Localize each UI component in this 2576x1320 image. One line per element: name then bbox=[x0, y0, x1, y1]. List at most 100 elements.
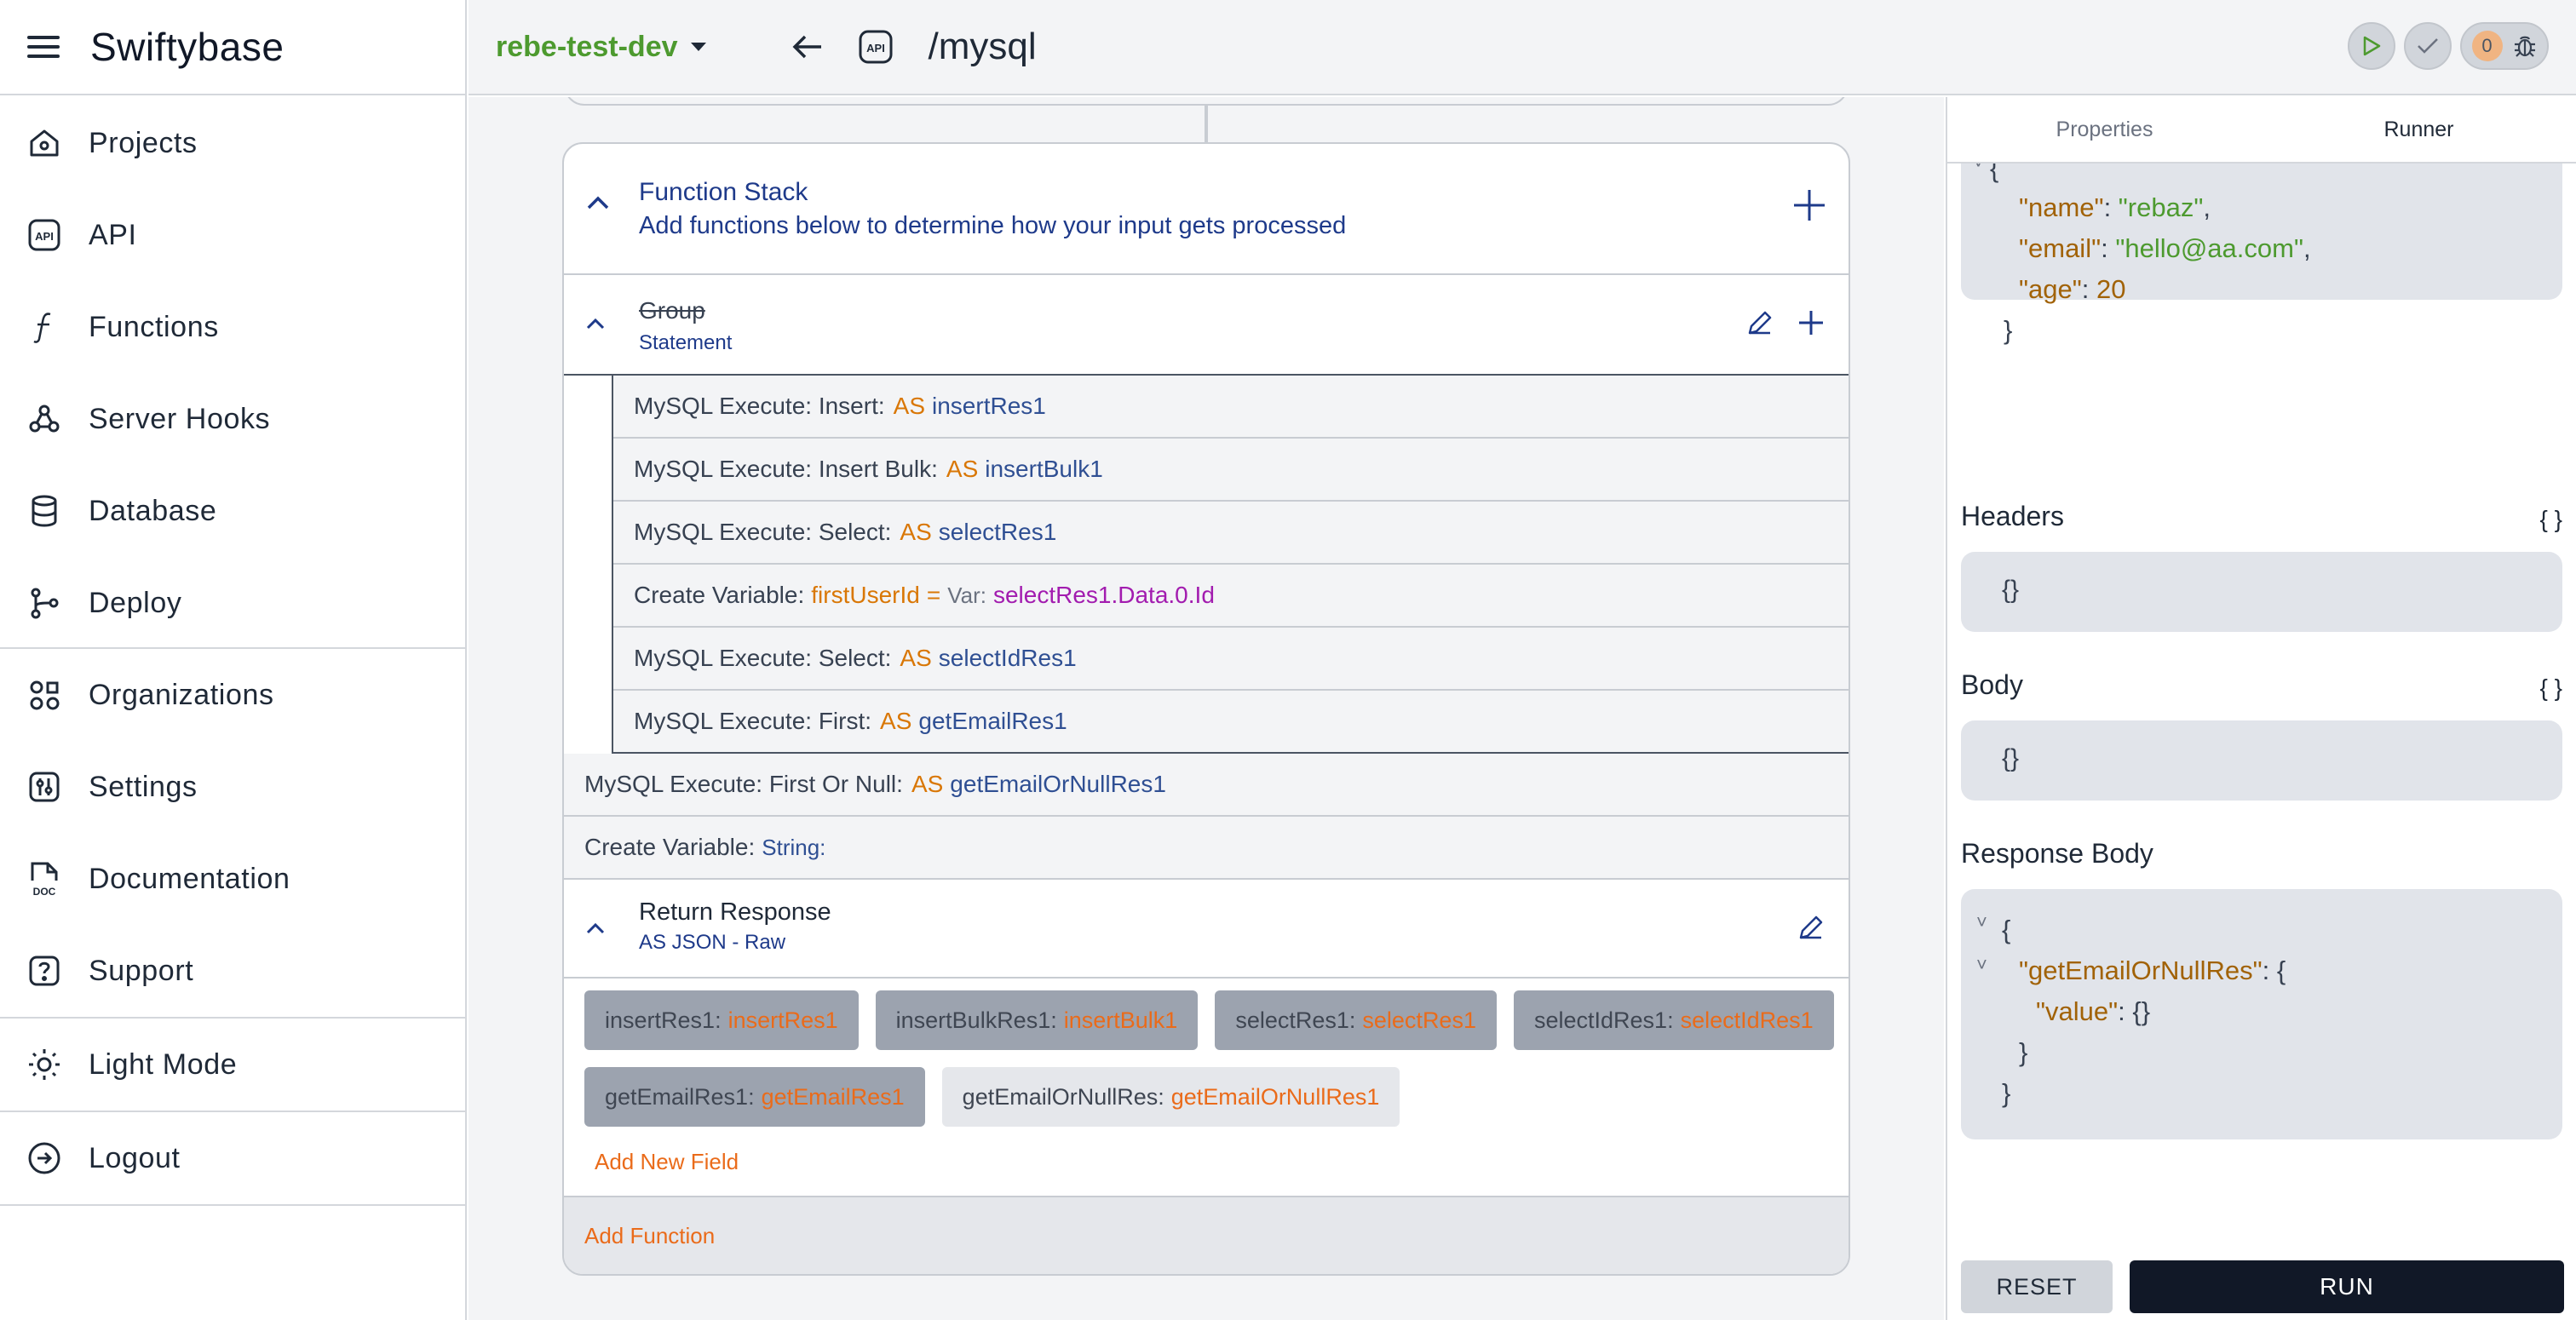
return-response-title: Return Response bbox=[639, 898, 831, 926]
braces-icon[interactable]: { } bbox=[2540, 674, 2562, 702]
back-arrow-icon[interactable] bbox=[789, 28, 826, 66]
add-function-plus-icon[interactable] bbox=[1792, 188, 1826, 222]
sidebar-item-label: API bbox=[89, 218, 137, 251]
pencil-icon[interactable] bbox=[1797, 914, 1825, 941]
add-function-link[interactable]: Add Function bbox=[564, 1196, 1849, 1274]
right-panel: Properties Runner ˅ { "name": "rebaz", "… bbox=[1946, 97, 2576, 1320]
response-field-chip[interactable]: selectIdRes1: selectIdRes1 bbox=[1513, 990, 1834, 1050]
top-actions: 0 bbox=[2348, 22, 2549, 70]
function-stack-card: Function Stack Add functions below to de… bbox=[562, 142, 1850, 1276]
caret-down-icon bbox=[690, 42, 707, 52]
sidebar-item-label: Logout bbox=[89, 1141, 181, 1174]
runner-content: ˅ { "name": "rebaz", "email": "hello@aa.… bbox=[1961, 164, 2562, 1254]
doc-icon: DOC bbox=[26, 860, 63, 898]
sidebar-item-server-hooks[interactable]: Server Hooks bbox=[0, 373, 465, 465]
api-icon: API bbox=[857, 28, 894, 66]
debug-button[interactable]: 0 bbox=[2460, 22, 2549, 70]
response-field-chip[interactable]: insertRes1: insertRes1 bbox=[584, 990, 859, 1050]
project-selector[interactable]: rebe-test-dev bbox=[496, 31, 707, 64]
sidebar-item-label: Projects bbox=[89, 126, 198, 159]
headers-title: Headers bbox=[1961, 501, 2064, 531]
sidebar-item-label: Settings bbox=[89, 770, 198, 803]
project-name: rebe-test-dev bbox=[496, 30, 678, 63]
function-row[interactable]: MySQL Execute: Insert: AS insertRes1 bbox=[613, 376, 1849, 439]
function-row[interactable]: MySQL Execute: Insert Bulk: AS insertBul… bbox=[613, 439, 1849, 502]
function-canvas: Function Stack Add functions below to de… bbox=[469, 97, 1944, 1320]
panel-tabs: Properties Runner bbox=[1947, 97, 2576, 164]
function-row[interactable]: MySQL Execute: Select: AS selectIdRes1 bbox=[613, 628, 1849, 691]
function-row[interactable]: MySQL Execute: First: AS getEmailRes1 bbox=[613, 691, 1849, 754]
api-icon: API bbox=[26, 216, 63, 254]
nav-group-main: Projects API API Functions Server Hooks … bbox=[0, 95, 465, 649]
function-row[interactable]: Create Variable: String: bbox=[564, 817, 1849, 880]
braces-icon[interactable]: { } bbox=[2540, 506, 2562, 533]
sidebar-item-label: Deploy bbox=[89, 586, 182, 619]
sidebar-item-label: Documentation bbox=[89, 862, 290, 895]
group-subtitle: Statement bbox=[639, 331, 733, 354]
logout-icon bbox=[26, 1139, 63, 1177]
sidebar-item-label: Functions bbox=[89, 310, 219, 343]
response-field-chip[interactable]: getEmailOrNullRes: getEmailOrNullRes1 bbox=[941, 1067, 1400, 1127]
debug-count-badge: 0 bbox=[2471, 31, 2503, 61]
database-icon bbox=[26, 492, 63, 530]
settings-icon bbox=[26, 768, 63, 806]
nav-group-org: Organizations Settings DOC Documentation… bbox=[0, 649, 465, 1019]
chevron-up-icon[interactable] bbox=[586, 195, 610, 210]
svg-text:API: API bbox=[866, 42, 885, 55]
function-row[interactable]: MySQL Execute: First Or Null: AS getEmai… bbox=[564, 754, 1849, 817]
response-body-title: Response Body bbox=[1961, 838, 2153, 869]
nav-group-theme: Light Mode bbox=[0, 1019, 465, 1112]
sidebar-item-documentation[interactable]: DOC Documentation bbox=[0, 833, 465, 925]
previous-card bbox=[564, 97, 1849, 106]
sidebar-item-settings[interactable]: Settings bbox=[0, 741, 465, 833]
git-branch-icon bbox=[26, 584, 63, 622]
function-row[interactable]: MySQL Execute: Select: AS selectRes1 bbox=[613, 502, 1849, 565]
headers-editor[interactable]: {} bbox=[1961, 552, 2562, 632]
sidebar-item-organizations[interactable]: Organizations bbox=[0, 649, 465, 741]
group-title: Group bbox=[639, 297, 705, 324]
publish-check-button[interactable] bbox=[2404, 22, 2452, 70]
sun-icon bbox=[26, 1046, 63, 1083]
pencil-icon[interactable] bbox=[1746, 309, 1774, 336]
nav-group-session: Logout bbox=[0, 1112, 465, 1206]
tab-runner[interactable]: Runner bbox=[2262, 97, 2576, 162]
collapse-toggle-icon[interactable]: ˅ bbox=[1976, 954, 1987, 976]
chevron-up-icon[interactable] bbox=[586, 922, 605, 934]
response-field-chip[interactable]: selectRes1: selectRes1 bbox=[1215, 990, 1497, 1050]
chevron-up-icon[interactable] bbox=[586, 318, 605, 330]
function-stack-header: Function Stack Add functions below to de… bbox=[564, 144, 1849, 275]
sidebar-item-functions[interactable]: Functions bbox=[0, 281, 465, 373]
response-field-chip[interactable]: insertBulkRes1: insertBulk1 bbox=[875, 990, 1199, 1050]
sidebar-item-light-mode[interactable]: Light Mode bbox=[0, 1019, 465, 1111]
function-row[interactable]: Create Variable: firstUserId = Var: sele… bbox=[613, 565, 1849, 628]
sidebar: Swiftybase Projects API API Functions Se… bbox=[0, 0, 467, 1320]
sidebar-item-projects[interactable]: Projects bbox=[0, 97, 465, 189]
run-button[interactable]: RUN bbox=[2130, 1260, 2564, 1313]
home-icon bbox=[26, 124, 63, 162]
body-editor[interactable]: {} bbox=[1961, 720, 2562, 801]
sidebar-item-logout[interactable]: Logout bbox=[0, 1112, 465, 1204]
sidebar-item-support[interactable]: Support bbox=[0, 925, 465, 1017]
response-field-chip[interactable]: getEmailRes1: getEmailRes1 bbox=[584, 1067, 925, 1127]
top-bar: rebe-test-dev API /mysql 0 bbox=[469, 0, 2576, 95]
hamburger-menu-icon[interactable] bbox=[26, 29, 61, 65]
function-stack-title: Function Stack bbox=[639, 178, 808, 206]
group-body: MySQL Execute: Insert: AS insertRes1 MyS… bbox=[612, 376, 1849, 754]
plus-icon[interactable] bbox=[1797, 309, 1825, 336]
brand-header: Swiftybase bbox=[0, 0, 465, 95]
reset-button[interactable]: RESET bbox=[1961, 1260, 2113, 1313]
return-response-body: insertRes1: insertRes1 insertBulkRes1: i… bbox=[564, 979, 1849, 1196]
collapse-toggle-icon[interactable]: ˅ bbox=[1973, 164, 1984, 174]
tab-properties[interactable]: Properties bbox=[1947, 97, 2262, 162]
route-path: /mysql bbox=[928, 26, 1037, 67]
sidebar-item-deploy[interactable]: Deploy bbox=[0, 557, 465, 649]
request-json-editor[interactable]: ˅ { "name": "rebaz", "email": "hello@aa.… bbox=[1961, 164, 2562, 345]
add-new-field-link[interactable]: Add New Field bbox=[595, 1149, 1828, 1175]
webhook-icon bbox=[26, 400, 63, 438]
sidebar-item-label: Support bbox=[89, 954, 194, 987]
run-play-button[interactable] bbox=[2348, 22, 2395, 70]
sidebar-item-api[interactable]: API API bbox=[0, 189, 465, 281]
collapse-toggle-icon[interactable]: ˅ bbox=[1976, 911, 1987, 933]
function-icon bbox=[26, 308, 63, 346]
sidebar-item-database[interactable]: Database bbox=[0, 465, 465, 557]
